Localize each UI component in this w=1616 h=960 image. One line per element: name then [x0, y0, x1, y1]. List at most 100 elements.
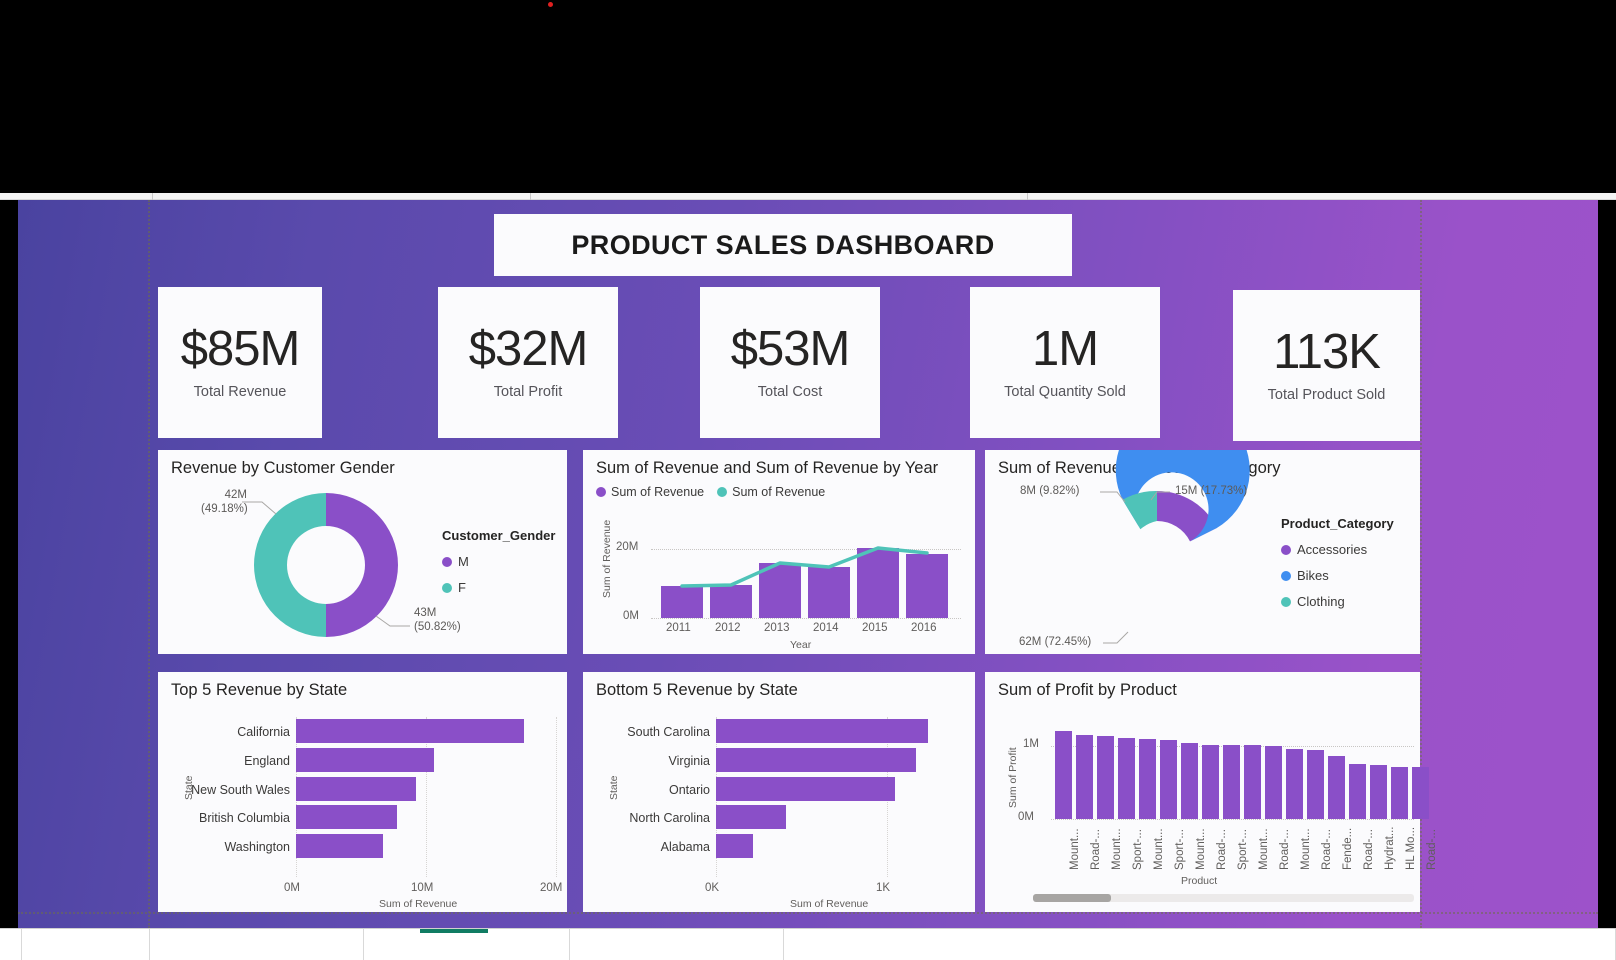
- bar-product-3[interactable]: [1097, 736, 1114, 819]
- bar-product-17[interactable]: [1391, 767, 1408, 819]
- bar-product-18[interactable]: [1412, 767, 1429, 819]
- active-sheet-tab-indicator: [420, 929, 488, 933]
- bar-product-8[interactable]: [1202, 745, 1219, 819]
- gridline-0m: [651, 618, 961, 619]
- panel-bottom-5-revenue-by-state[interactable]: Bottom 5 Revenue by State State South Ca…: [583, 672, 975, 912]
- x-tick-product-9: Sport-...: [1237, 829, 1249, 870]
- sheet-tab-bar[interactable]: [0, 928, 1616, 960]
- kpi-card-total-cost[interactable]: $53M Total Cost: [700, 287, 880, 438]
- bar-product-6[interactable]: [1160, 740, 1177, 819]
- bar-product-10[interactable]: [1244, 745, 1261, 819]
- horizontal-scrollbar-thumb[interactable]: [1033, 894, 1111, 902]
- bar-north-carolina[interactable]: [716, 805, 786, 829]
- x-tick-2013: 2013: [764, 622, 790, 634]
- bar-2012[interactable]: [710, 585, 752, 618]
- kpi-card-total-revenue[interactable]: $85M Total Revenue: [158, 287, 322, 438]
- sheet-tab-cell-1[interactable]: [0, 929, 22, 960]
- bar-2016[interactable]: [906, 554, 948, 618]
- legend-item-column-series[interactable]: Sum of Revenue: [596, 485, 704, 499]
- legend-item-line-series[interactable]: Sum of Revenue: [717, 485, 825, 499]
- top-chrome-area: [0, 0, 1616, 196]
- legend-item-accessories[interactable]: Accessories: [1281, 542, 1394, 557]
- bar-product-15[interactable]: [1349, 764, 1366, 819]
- cat-label-virginia: Virginia: [668, 754, 710, 768]
- page-title: PRODUCT SALES DASHBOARD: [571, 229, 995, 260]
- panel-title: Top 5 Revenue by State: [171, 681, 348, 699]
- x-tick-2015: 2015: [862, 622, 888, 634]
- bar-product-11[interactable]: [1265, 746, 1282, 819]
- bar-2015[interactable]: [857, 548, 899, 618]
- legend-item-m[interactable]: M: [442, 554, 555, 569]
- legend-title: Customer_Gender: [442, 528, 556, 543]
- bar-new-south-wales[interactable]: [296, 777, 416, 801]
- panel-revenue-by-customer-gender[interactable]: Revenue by Customer Gender 42M (49.18%) …: [158, 450, 567, 654]
- legend-item-f[interactable]: F: [442, 580, 555, 595]
- panel-top-5-revenue-by-state[interactable]: Top 5 Revenue by State State California …: [158, 672, 567, 912]
- legend-item-clothing[interactable]: Clothing: [1281, 594, 1394, 609]
- sheet-tab-cell-5[interactable]: [570, 929, 784, 960]
- donut-slice-f: [254, 493, 326, 637]
- bar-california[interactable]: [296, 719, 524, 743]
- kpi-card-total-profit[interactable]: $32M Total Profit: [438, 287, 618, 438]
- x-tick-product-5: Mount...: [1153, 828, 1165, 870]
- x-tick-10m: 10M: [411, 882, 434, 894]
- bar-british-columbia[interactable]: [296, 805, 397, 829]
- donut-callout-f: 42M (49.18%): [201, 489, 248, 516]
- x-tick-product-14: Fende...: [1342, 827, 1354, 870]
- x-tick-product-15: Road-...: [1363, 829, 1375, 870]
- x-axis-title: Sum of Revenue: [790, 898, 869, 910]
- legend-label: Accessories: [1297, 542, 1368, 557]
- bar-product-14[interactable]: [1328, 756, 1345, 819]
- bar-england[interactable]: [296, 748, 434, 772]
- bar-product-5[interactable]: [1139, 739, 1156, 819]
- bar-south-carolina[interactable]: [716, 719, 928, 743]
- screen: PRODUCT SALES DASHBOARD $85M Total Reven…: [0, 0, 1616, 960]
- panel-title: Bottom 5 Revenue by State: [596, 681, 798, 699]
- donut-callout-bikes: 62M (72.45%): [1019, 636, 1092, 648]
- kpi-card-total-product-sold[interactable]: 113K Total Product Sold: [1233, 290, 1420, 441]
- panel-revenue-by-product-category[interactable]: Sum of Revenue by Product_Category 8M (9…: [985, 450, 1420, 654]
- bar-product-2[interactable]: [1076, 735, 1093, 819]
- x-tick-product-16: Hydrat...: [1384, 826, 1396, 870]
- cursor-dot-icon: [548, 2, 553, 7]
- bar-product-7[interactable]: [1181, 743, 1198, 819]
- sheet-tab-cell-6[interactable]: [784, 929, 1616, 960]
- cat-label-ontario: Ontario: [669, 783, 710, 797]
- bar-product-9[interactable]: [1223, 745, 1240, 819]
- bar-product-1[interactable]: [1055, 731, 1072, 819]
- bar-product-16[interactable]: [1370, 765, 1387, 819]
- bar-2014[interactable]: [808, 567, 850, 618]
- x-tick-product-7: Mount...: [1195, 828, 1207, 870]
- sheet-tab-cell-4[interactable]: [364, 929, 570, 960]
- x-tick-product-11: Road-...: [1279, 829, 1291, 870]
- bar-alabama[interactable]: [716, 834, 753, 858]
- legend-color-swatch: [1281, 570, 1291, 581]
- kpi-label: Total Quantity Sold: [1004, 383, 1126, 400]
- panel-revenue-by-year[interactable]: Sum of Revenue and Sum of Revenue by Yea…: [583, 450, 975, 654]
- legend-item-bikes[interactable]: Bikes: [1281, 568, 1394, 583]
- y-tick-1m: 1M: [1023, 738, 1039, 750]
- kpi-card-total-quantity-sold[interactable]: 1M Total Quantity Sold: [970, 287, 1160, 438]
- x-tick-20m: 20M: [540, 882, 563, 894]
- x-tick-product-10: Mount...: [1258, 828, 1270, 870]
- bar-washington[interactable]: [296, 834, 383, 858]
- x-tick-product-18: Road-...: [1426, 829, 1438, 870]
- bar-ontario[interactable]: [716, 777, 895, 801]
- x-tick-product-13: Road-...: [1321, 829, 1333, 870]
- bar-product-12[interactable]: [1286, 749, 1303, 819]
- sheet-tab-cell-2[interactable]: [22, 929, 150, 960]
- bar-2013[interactable]: [759, 563, 801, 618]
- bar-product-13[interactable]: [1307, 750, 1324, 819]
- sheet-tab-cell-3[interactable]: [150, 929, 364, 960]
- x-tick-product-17: HL Mo...: [1405, 826, 1417, 870]
- x-tick-1k: 1K: [876, 882, 891, 894]
- panel-profit-by-product[interactable]: Sum of Profit by Product Sum of Profit 1…: [985, 672, 1438, 912]
- bar-virginia[interactable]: [716, 748, 916, 772]
- legend-title: Product_Category: [1281, 516, 1394, 531]
- bar-2011[interactable]: [661, 586, 703, 618]
- cat-label-california: California: [237, 725, 290, 739]
- x-tick-2011: 2011: [666, 622, 691, 634]
- legend-label: Clothing: [1297, 594, 1345, 609]
- x-tick-product-3: Mount...: [1111, 828, 1123, 870]
- bar-product-4[interactable]: [1118, 738, 1135, 819]
